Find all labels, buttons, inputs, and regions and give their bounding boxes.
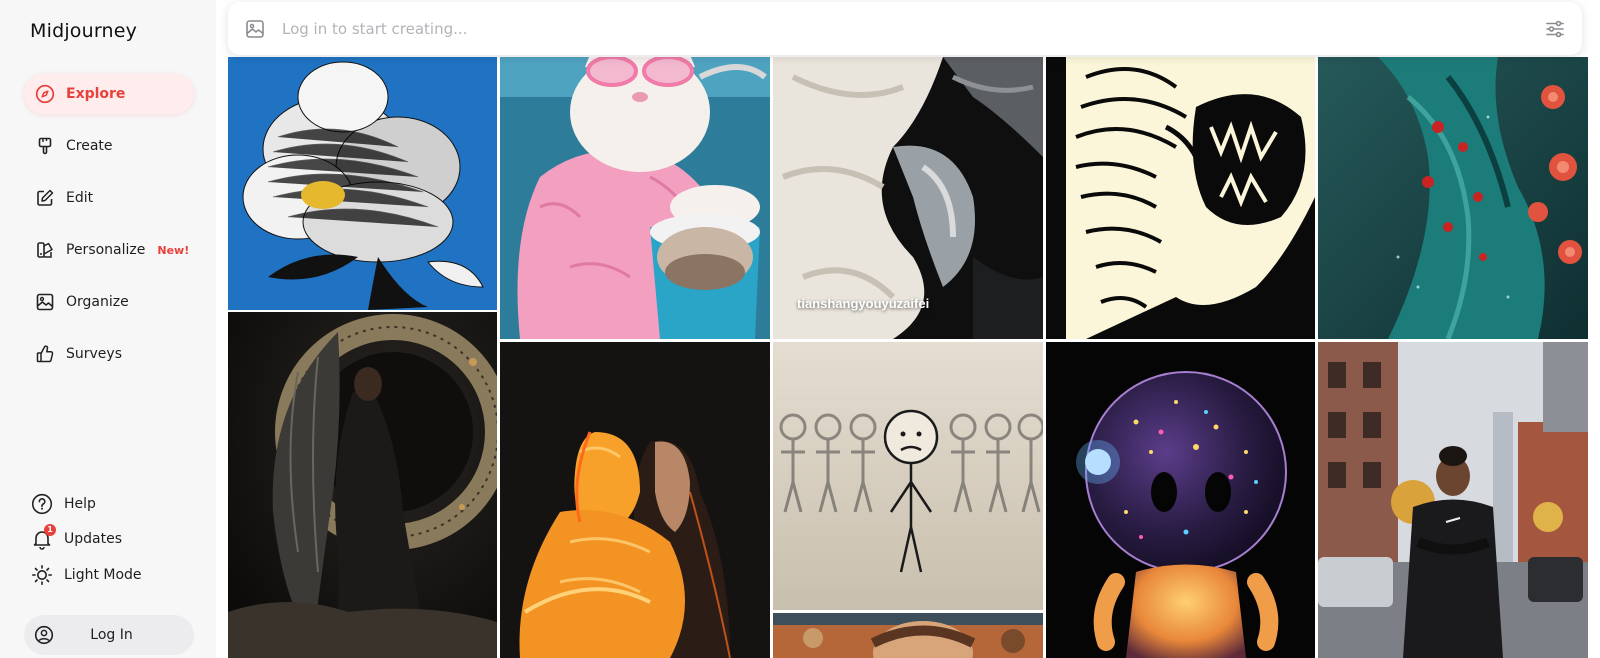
sidebar-item-label: Surveys [66,346,122,362]
sun-icon [30,563,54,587]
sidebar: Midjourney Explore Create Edit Personali… [0,0,216,658]
image-icon[interactable] [244,18,266,40]
login-button[interactable]: Log In [24,615,194,655]
tile-tiger[interactable] [1046,57,1315,339]
tile-teal-dress[interactable] [1318,57,1588,339]
tile-stick-figures[interactable] [773,342,1043,610]
sidebar-item-personalize[interactable]: Personalize New! [24,230,194,270]
updates-link[interactable]: 1 Updates [30,524,122,553]
prompt-input[interactable] [280,18,1544,39]
user-icon [33,624,55,646]
login-label: Log In [90,627,133,643]
new-badge: New! [157,243,190,257]
light-mode-toggle[interactable]: Light Mode [30,561,142,589]
bell-icon: 1 [30,524,56,551]
sidebar-item-label: Personalize [66,242,146,258]
updates-label: Updates [64,531,122,547]
sliders-icon[interactable] [1544,18,1566,40]
sidebar-item-label: Organize [66,294,129,310]
sidebar-item-label: Edit [66,190,94,206]
updates-count-badge: 1 [44,524,56,536]
sidebar-item-edit[interactable]: Edit [24,178,194,218]
edit-icon [34,187,56,209]
sidebar-item-surveys[interactable]: Surveys [24,334,194,374]
tile-glowing-robot[interactable] [1046,342,1315,658]
help-icon [30,492,54,516]
sidebar-item-label: Create [66,138,113,154]
sidebar-item-create[interactable]: Create [24,126,194,166]
thumbs-up-icon [34,343,56,365]
prompt-bar [228,2,1582,55]
sidebar-item-label: Explore [66,86,126,102]
brand-logo[interactable]: Midjourney [30,20,137,42]
tile-street-portrait[interactable] [1318,342,1588,658]
tile-pink-cat[interactable] [500,57,770,339]
tile-flower[interactable] [228,57,497,310]
palette-icon [34,239,56,261]
help-link[interactable]: Help [30,490,96,518]
tile-caption: tianshangyouyuzaifei [797,296,930,311]
light-mode-label: Light Mode [64,567,142,583]
paintbrush-icon [34,135,56,157]
compass-icon [34,83,56,105]
tile-paint-texture[interactable]: tianshangyouyuzaifei [773,57,1043,339]
image-icon [34,291,56,313]
tile-rusty-portrait[interactable] [773,613,1043,658]
help-label: Help [64,496,96,512]
tile-winged-figure[interactable] [228,312,497,658]
tile-fire-embrace[interactable] [500,342,770,658]
sidebar-item-organize[interactable]: Organize [24,282,194,322]
sidebar-item-explore[interactable]: Explore [24,74,194,114]
